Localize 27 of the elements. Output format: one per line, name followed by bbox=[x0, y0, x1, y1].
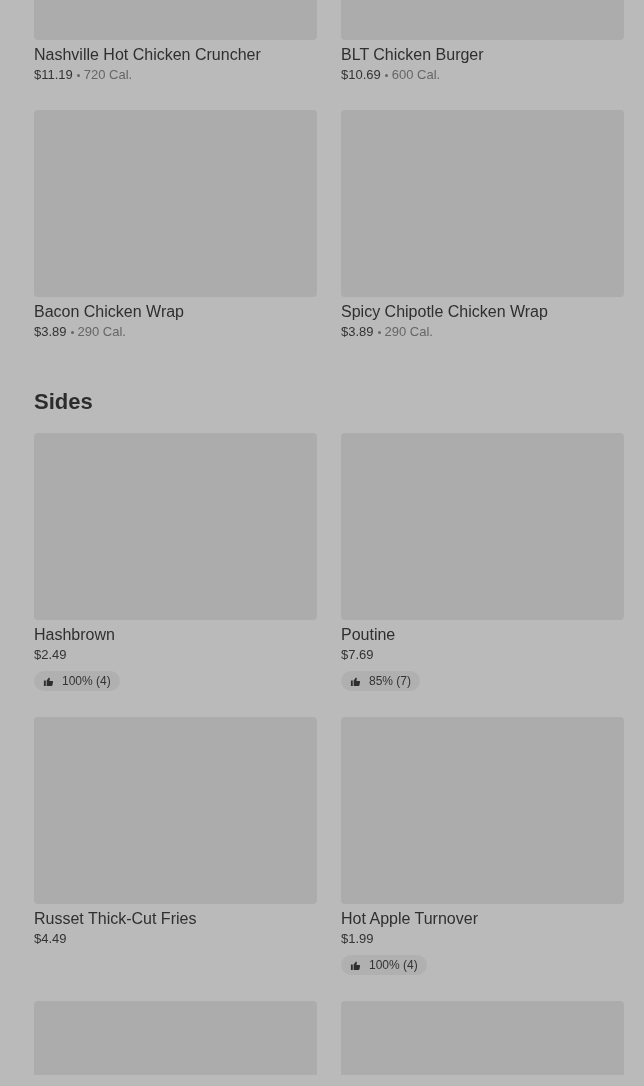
price: $7.69 bbox=[341, 646, 374, 664]
dish-name[interactable]: Bacon Chicken Wrap bbox=[34, 301, 317, 323]
rating-text: 100% (4) bbox=[62, 673, 111, 690]
price: $4.49 bbox=[34, 930, 67, 948]
calories: 290 Cal. bbox=[384, 323, 433, 341]
dish-name[interactable]: Russet Thick-Cut Fries bbox=[34, 908, 317, 930]
price: $1.99 bbox=[341, 930, 374, 948]
dish-name[interactable]: BLT Chicken Burger bbox=[341, 44, 624, 66]
dish-name[interactable]: Poutine bbox=[341, 624, 624, 646]
calories: 600 Cal. bbox=[391, 66, 441, 84]
calories: 290 Cal. bbox=[77, 323, 126, 341]
section-heading: Sides bbox=[34, 388, 94, 416]
calories: 720 Cal. bbox=[83, 66, 133, 84]
dish-name[interactable]: Nashville Hot Chicken Cruncher bbox=[34, 44, 317, 66]
thumbs-up-icon bbox=[350, 959, 361, 971]
rating-text: 85% (7) bbox=[369, 673, 412, 690]
price: $11.19 bbox=[34, 66, 73, 84]
dish-name[interactable]: Hot Apple Turnover bbox=[341, 908, 624, 930]
rating-text: 100% (4) bbox=[369, 957, 418, 974]
price: $3.89 bbox=[34, 323, 67, 341]
thumbs-up-icon bbox=[350, 675, 361, 687]
price: $3.89 bbox=[341, 323, 374, 341]
dish-name[interactable]: Spicy Chipotle Chicken Wrap bbox=[341, 301, 624, 323]
price: $2.49 bbox=[34, 646, 67, 664]
thumbs-up-icon bbox=[43, 675, 54, 687]
dish-name[interactable]: Hashbrown bbox=[34, 624, 317, 646]
price: $10.69 bbox=[341, 66, 381, 84]
